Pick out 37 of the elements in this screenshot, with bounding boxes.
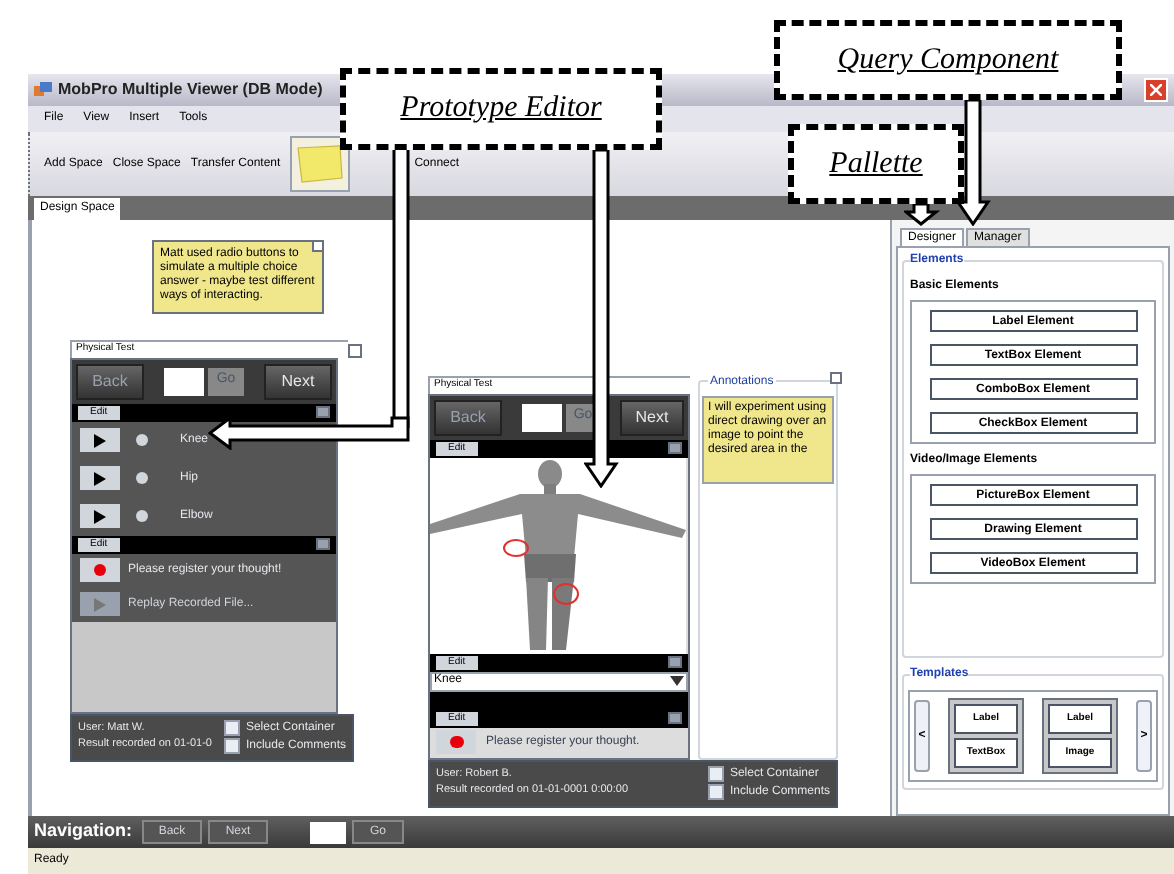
record-icon <box>449 736 463 748</box>
select-checkbox[interactable] <box>312 240 324 252</box>
checkbox[interactable] <box>707 766 724 782</box>
page-field[interactable] <box>521 403 561 431</box>
next-button[interactable]: Next <box>264 363 332 399</box>
play-button[interactable] <box>80 466 120 490</box>
page-field[interactable] <box>310 821 347 843</box>
sticky-note-icon <box>296 144 345 184</box>
record-button[interactable] <box>436 730 476 754</box>
checkbox[interactable] <box>223 720 240 736</box>
checkbox[interactable] <box>223 738 240 754</box>
callout-label: Query Component <box>774 20 1122 100</box>
checkbox[interactable] <box>707 784 724 800</box>
callout-label: Pallette <box>788 124 964 204</box>
radio-button[interactable] <box>136 434 148 446</box>
caret-icon <box>670 676 684 686</box>
play-icon <box>94 597 106 611</box>
select-checkbox[interactable] <box>348 343 362 357</box>
next-button[interactable]: Next <box>620 399 684 435</box>
callout-label: Prototype Editor <box>340 68 662 150</box>
play-icon <box>94 509 106 523</box>
play-icon <box>94 433 106 447</box>
radio-button[interactable] <box>136 472 148 484</box>
radio-button[interactable] <box>136 510 148 522</box>
close-button[interactable] <box>1144 78 1168 102</box>
close-icon <box>1150 84 1162 96</box>
play-button[interactable] <box>80 428 120 452</box>
select-checkbox[interactable] <box>830 372 842 384</box>
navigation-label: Navigation: <box>34 818 133 845</box>
play-button[interactable] <box>80 504 120 528</box>
window-title: MobPro Multiple Viewer (DB Mode) <box>58 78 323 102</box>
record-icon <box>94 564 106 576</box>
sticky-note-button[interactable] <box>290 136 351 192</box>
record-button[interactable] <box>80 558 120 582</box>
app-icon <box>34 82 52 98</box>
play-icon <box>94 471 106 485</box>
page-field[interactable] <box>164 367 204 395</box>
